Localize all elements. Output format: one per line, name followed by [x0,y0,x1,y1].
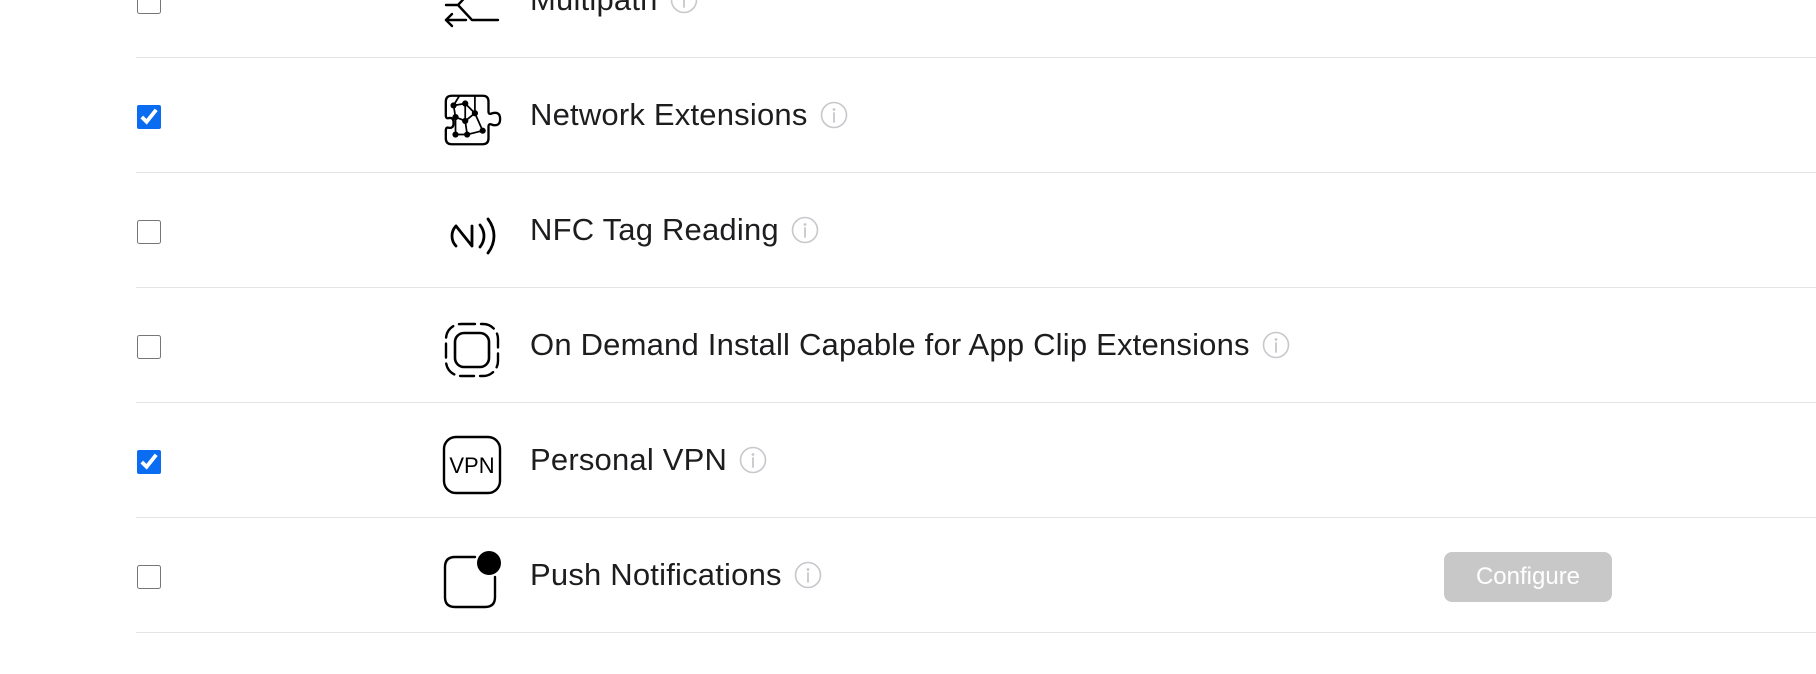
push-notifications-checkbox[interactable] [137,565,161,589]
push-notifications-label-group: Push Notifications [530,518,822,632]
personal-vpn-label-group: Personal VPN [530,403,767,517]
capability-row-nfc-tag-reading: NFC Tag Reading [136,173,1816,288]
capability-label: NFC Tag Reading [530,212,779,247]
capability-label: Multipath [530,0,658,18]
capability-row-network-extensions: Network Extensions [136,58,1816,173]
multipath-icon [440,0,504,37]
network-extensions-label-group: Network Extensions [530,58,848,172]
capability-row-on-demand-install: On Demand Install Capable for App Clip E… [136,288,1816,403]
multipath-checkbox[interactable] [137,0,161,14]
network-extensions-checkbox[interactable] [137,105,161,129]
network-extensions-icon [440,88,504,152]
info-icon[interactable] [1262,331,1290,359]
on-demand-install-checkbox[interactable] [137,335,161,359]
capability-label: On Demand Install Capable for App Clip E… [530,327,1250,362]
info-icon[interactable] [820,101,848,129]
nfc-icon [440,203,504,267]
configure-button[interactable]: Configure [1444,552,1612,602]
capability-row-push-notifications: Push Notifications Configure [136,518,1816,633]
capability-label: Personal VPN [530,442,728,477]
nfc-tag-reading-label-group: NFC Tag Reading [530,173,819,287]
info-icon[interactable] [670,0,698,14]
capabilities-list: Multipath [136,0,1816,633]
capability-label: Network Extensions [530,97,808,132]
vpn-icon: VPN [440,433,504,497]
info-icon[interactable] [739,446,767,474]
info-icon[interactable] [794,561,822,589]
info-icon[interactable] [791,216,819,244]
capability-row-multipath: Multipath [136,0,1816,58]
capability-label: Push Notifications [530,557,782,592]
multipath-label-group: Multipath [530,0,698,57]
push-notifications-icon [440,548,504,612]
on-demand-install-label-group: On Demand Install Capable for App Clip E… [530,288,1290,402]
capability-row-personal-vpn: VPN Personal VPN [136,403,1816,518]
app-clip-icon [440,318,504,382]
personal-vpn-checkbox[interactable] [137,450,161,474]
vpn-icon-text: VPN [449,453,494,478]
nfc-tag-reading-checkbox[interactable] [137,220,161,244]
